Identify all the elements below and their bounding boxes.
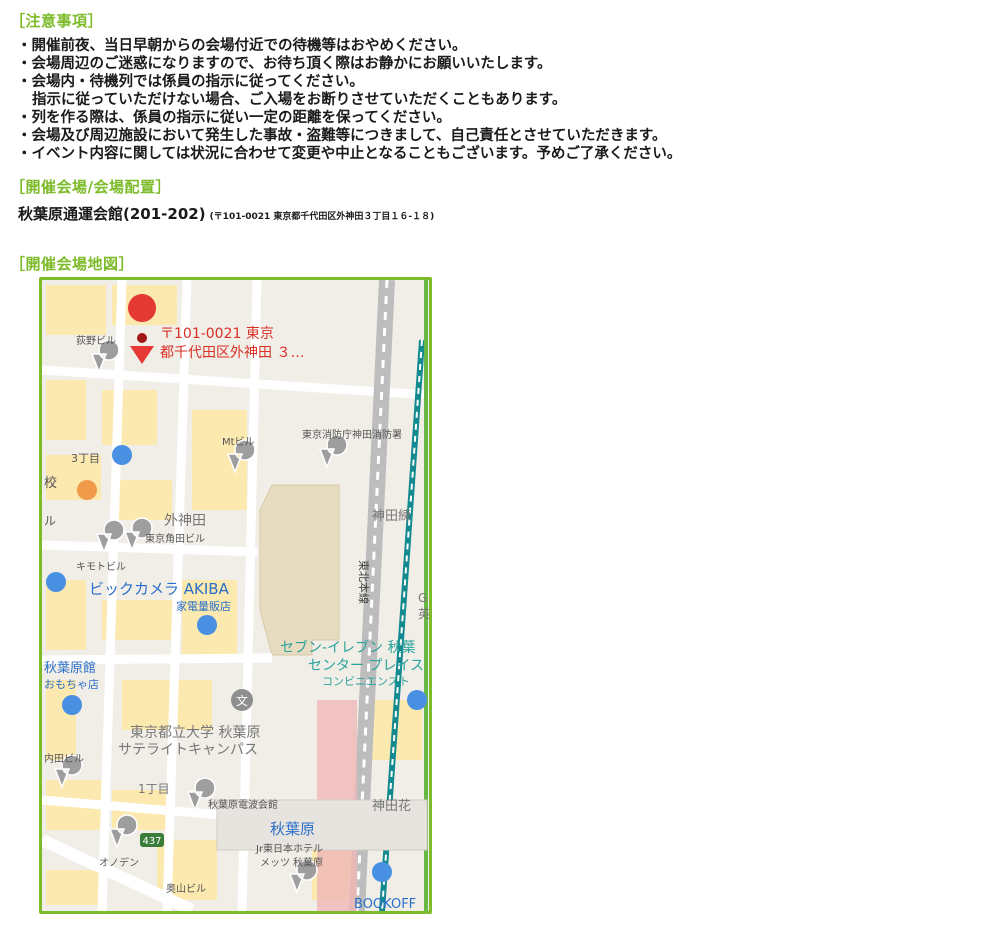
map-label: 東京都立大学 秋葉原 xyxy=(130,725,260,741)
map-label: 内田ビル xyxy=(44,752,84,765)
map-label: G xyxy=(418,591,427,605)
notes-item-continuation: 指示に従っていただけない場合、ご入場をお断りさせていただくこともあります。 xyxy=(32,92,567,108)
map-label: ビックカメラ AKIBA xyxy=(89,580,230,598)
restaurant-pin xyxy=(77,480,97,500)
map-label: サテライトキャンパス xyxy=(118,742,258,758)
map-label: 東京角田ビル xyxy=(145,532,205,545)
map-label: 秋葉原電波会館 xyxy=(208,798,278,811)
venue-heading: ［開催会場/会場配置］ xyxy=(10,178,171,196)
notes-item: ・会場及び周辺施設において発生した事故・盗難等につきまして、自己責任とさせていた… xyxy=(17,128,667,144)
map-label: メッツ 秋葉原 xyxy=(260,856,323,869)
notes-item: ・列を作る際は、係員の指示に従い一定の距離を保ってください。 xyxy=(17,110,451,126)
map-label: ル xyxy=(44,514,56,528)
map-label: Jr東日本ホテル xyxy=(255,842,323,855)
station-label: 秋葉原 xyxy=(270,820,315,838)
venue-building xyxy=(259,484,340,656)
venue-address: (〒101-0021 東京都千代田区外神田３丁目１６-１８) xyxy=(209,212,435,222)
map-label: セブン-イレブン 秋葉 xyxy=(280,639,416,656)
rail-label: 東北本線 xyxy=(357,560,371,604)
map-label: BOOKOFF xyxy=(354,897,416,911)
map-label: 奥山ビル xyxy=(166,882,206,895)
venue-map[interactable]: 文 〒101-0021 東京 都千代田区外神田 ３… 荻野ビル Mtビル 東京消… xyxy=(39,277,432,914)
map-label: 東京消防庁神田消防署 xyxy=(302,428,402,441)
notes-heading: ［注意事項］ xyxy=(10,12,104,30)
notes-item: ・会場周辺のご迷惑になりますので、お待ち頂く際はお静かにお願いいたします。 xyxy=(17,56,552,72)
map-label: 外神田 xyxy=(164,513,206,529)
notes-list: ・開催前夜、当日早朝からの会場付近での待機等はおやめください。 ・会場周辺のご迷… xyxy=(17,37,681,163)
map-label: 神田練 xyxy=(372,509,411,524)
map-canvas[interactable]: 文 〒101-0021 東京 都千代田区外神田 ３… 荻野ビル Mtビル 東京消… xyxy=(42,280,429,911)
map-label: 1丁目 xyxy=(138,782,170,796)
notes-item: ・開催前夜、当日早朝からの会場付近での待機等はおやめください。 xyxy=(17,38,467,54)
venue-info: 秋葉原通運会館(201-202) (〒101-0021 東京都千代田区外神田３丁目… xyxy=(18,203,434,224)
map-label: センター プレイス xyxy=(308,658,424,674)
map-label: キモトビル xyxy=(76,561,126,573)
map-heading: ［開催会場地図］ xyxy=(10,255,135,273)
map-label: Mtビル xyxy=(222,436,255,448)
map-label: 秋葉原館 xyxy=(44,661,96,676)
map-label: オノデン xyxy=(99,856,139,869)
pin-label: 都千代田区外神田 ３… xyxy=(160,345,304,361)
map-label: 神田花 xyxy=(372,798,411,814)
notes-item: ・イベント内容に関しては状況に合わせて変更や中止となることもございます。予めご了… xyxy=(17,146,682,162)
pin-label: 〒101-0021 東京 xyxy=(160,326,274,342)
map-label: 家電量販店 xyxy=(176,599,231,613)
venue-name: 秋葉原通運会館(201-202) xyxy=(18,205,206,223)
route-number: 437 xyxy=(142,836,161,847)
map-label: 校 xyxy=(44,475,57,491)
map-label: コンビニエンスト xyxy=(322,675,410,688)
svg-text:文: 文 xyxy=(236,693,248,708)
notes-item: ・会場内・待機列では係員の指示に従ってください。 xyxy=(17,74,364,90)
map-label: 荻野ビル xyxy=(76,335,116,347)
map-label: 英 xyxy=(418,607,429,621)
map-label: おもちゃ店 xyxy=(44,677,99,691)
map-label: 3丁目 xyxy=(71,452,100,465)
